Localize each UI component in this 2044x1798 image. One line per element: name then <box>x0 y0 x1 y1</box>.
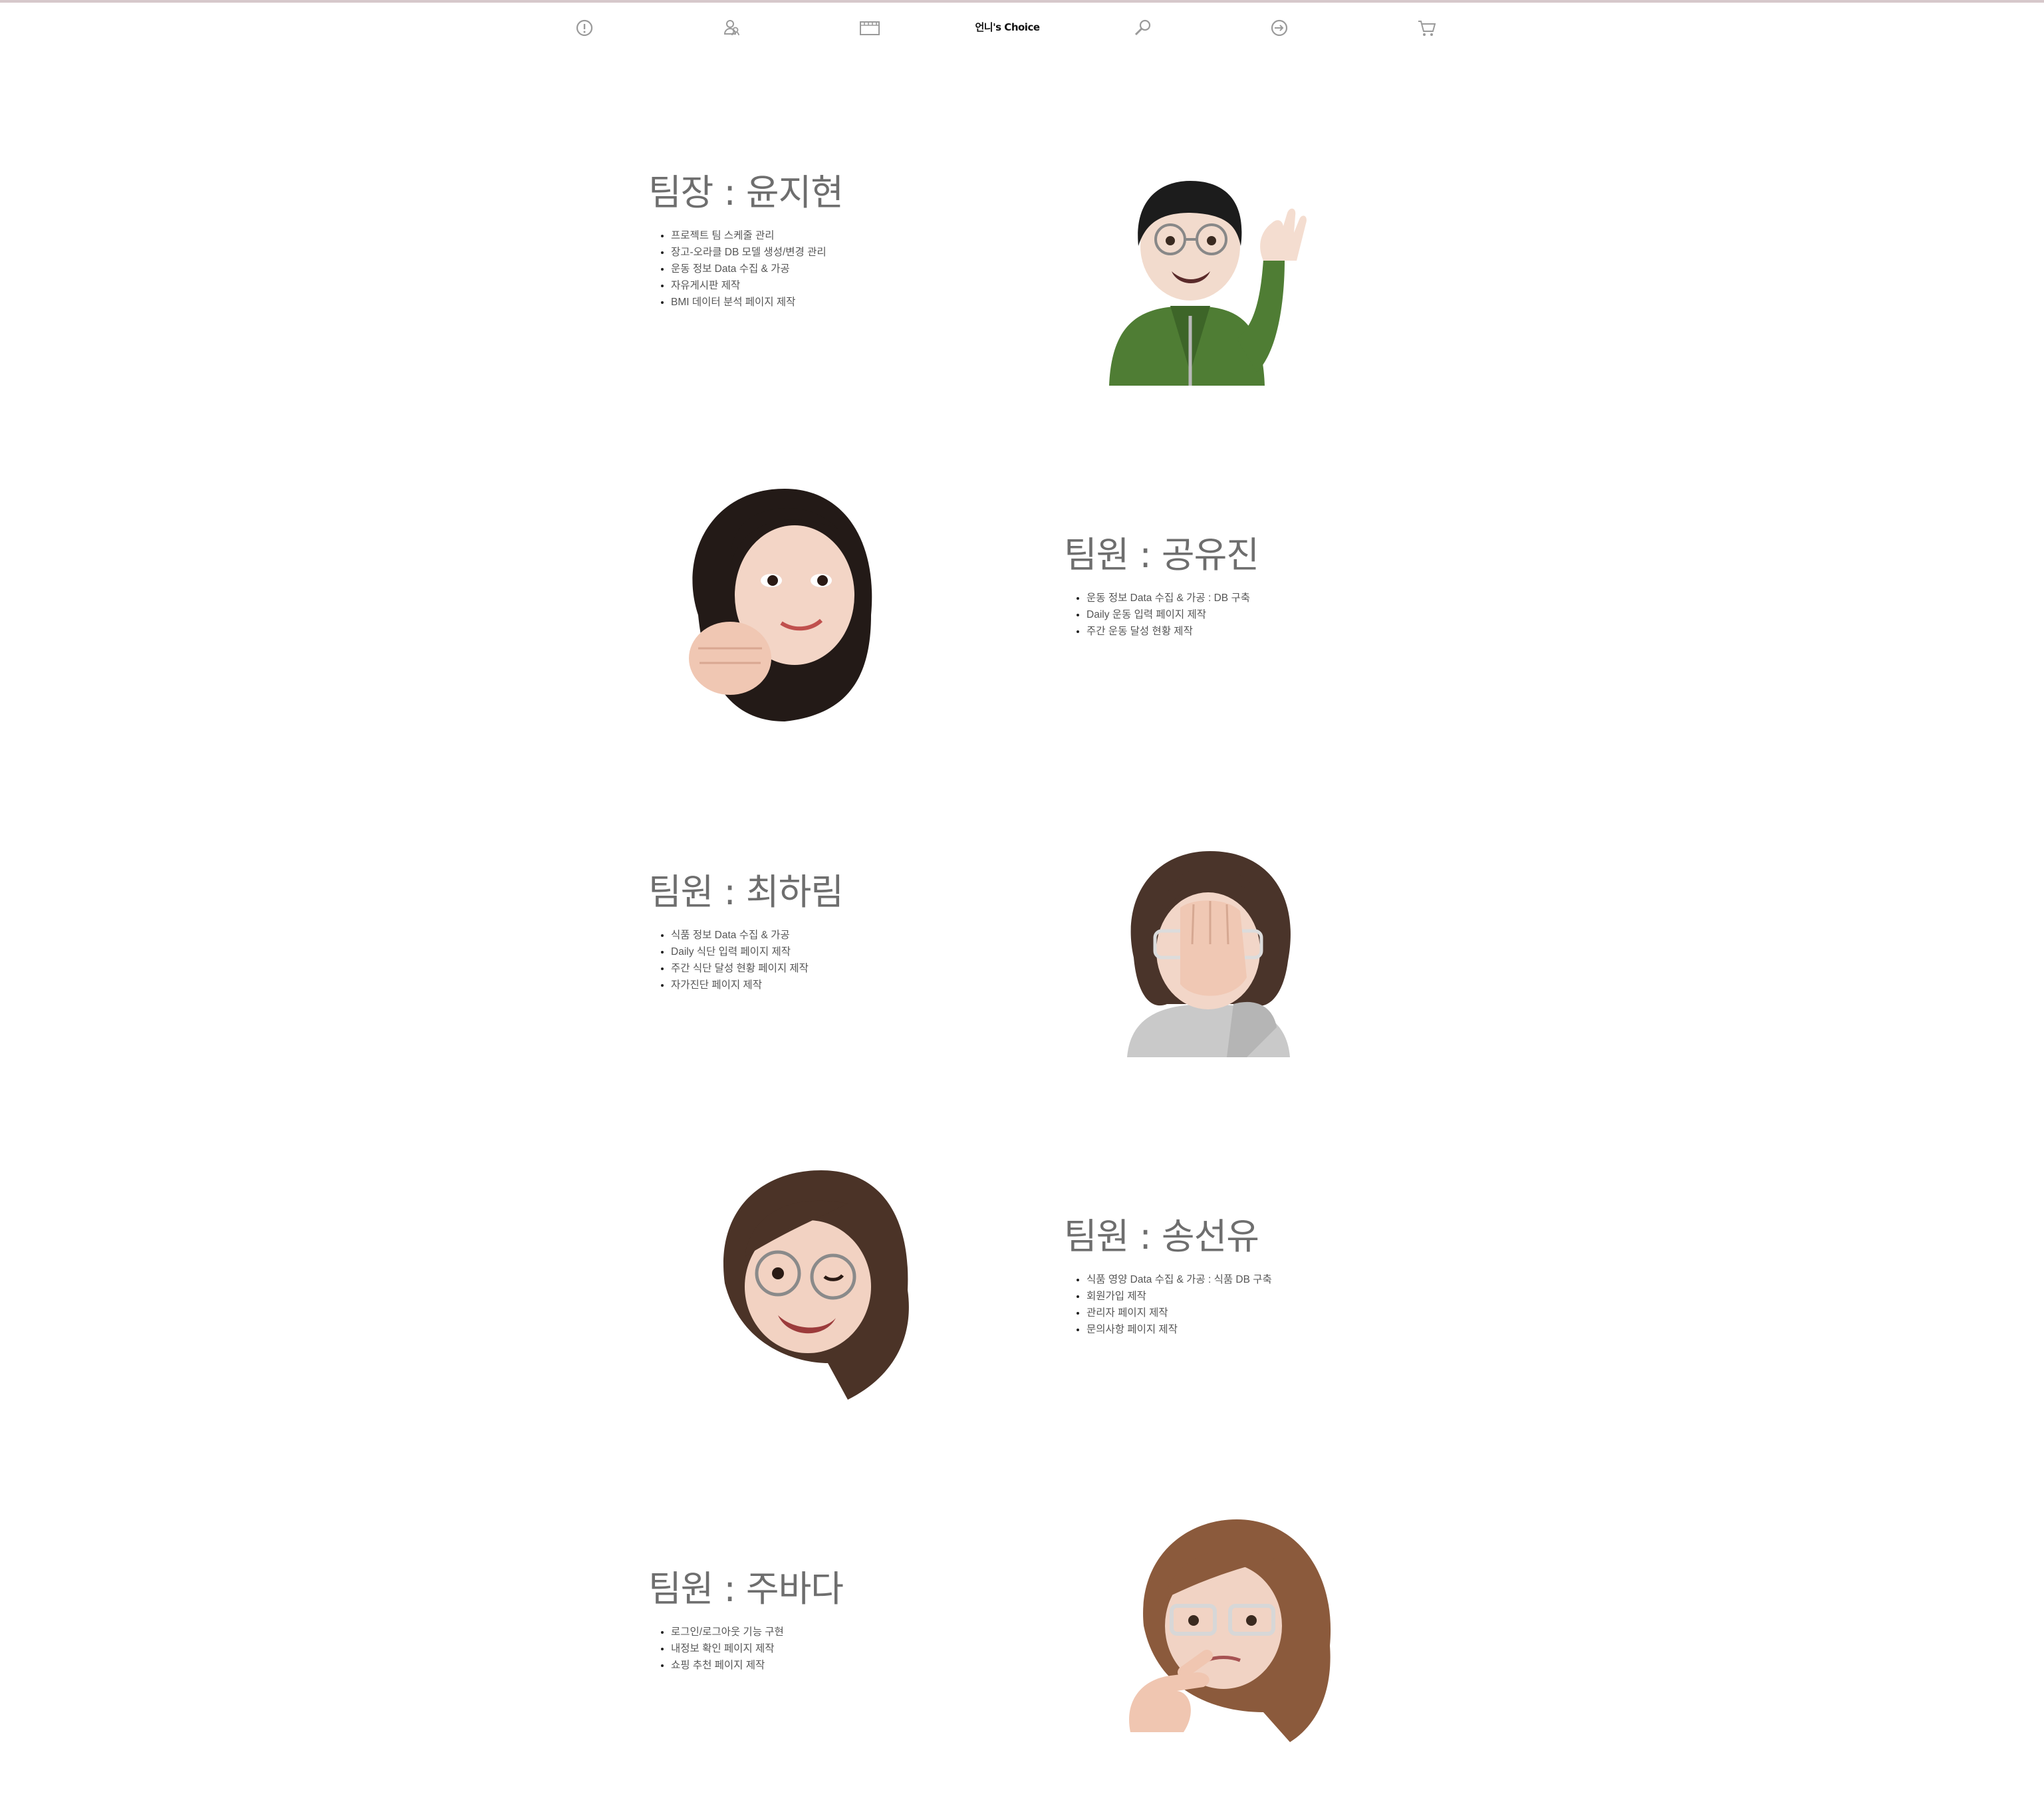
cart-icon <box>1418 21 1436 36</box>
memoji-avatar-facepalm <box>1114 844 1303 1057</box>
task-list: 프로젝트 팀 스케줄 관리 장고-오라클 DB 모델 생성/변경 관리 운동 정… <box>648 227 843 311</box>
task-item: 로그인/로그아웃 기능 구현 <box>671 1624 843 1640</box>
member-card-3: 팀원 : 최하림 식품 정보 Data 수집 & 가공 Daily 식단 입력 … <box>648 862 844 993</box>
task-item: Daily 식단 입력 페이지 제작 <box>671 944 843 960</box>
login-icon <box>1271 19 1288 37</box>
task-item: 운동 정보 Data 수집 & 가공 : DB 구축 <box>1086 590 1259 606</box>
nav-video-button[interactable] <box>855 13 884 43</box>
task-item: 자가진단 페이지 제작 <box>671 977 843 993</box>
info-icon <box>576 19 593 37</box>
brand-logo-link[interactable]: 언니's Choice <box>964 20 1051 34</box>
nav-info-button[interactable] <box>570 13 599 43</box>
search-icon <box>1134 19 1151 36</box>
task-item: 관리자 페이지 제작 <box>1086 1305 1272 1321</box>
task-item: 프로젝트 팀 스케줄 관리 <box>671 227 843 244</box>
memoji-avatar-thinking <box>1124 1513 1343 1745</box>
member-title: 팀원 : 공유진 <box>1064 534 1259 576</box>
nav-cart-button[interactable] <box>1412 13 1442 43</box>
member-title: 팀원 : 주바다 <box>648 1568 844 1610</box>
member-title: 팀장 : 윤지현 <box>648 172 844 213</box>
task-item: 식품 정보 Data 수집 & 가공 <box>671 927 843 944</box>
task-item: 주간 식단 달성 현황 페이지 제작 <box>671 960 843 977</box>
task-item: Daily 운동 입력 페이지 제작 <box>1086 606 1259 623</box>
member-title: 팀원 : 송선유 <box>1064 1216 1259 1257</box>
task-item: BMI 데이터 분석 페이지 제작 <box>671 294 843 311</box>
nav-login-button[interactable] <box>1265 13 1294 43</box>
task-item: 쇼핑 추천 페이지 제작 <box>671 1657 843 1674</box>
nav-search-button[interactable] <box>1128 13 1158 43</box>
task-item: 운동 정보 Data 수집 & 가공 <box>671 261 843 277</box>
film-icon <box>860 21 880 35</box>
memoji-avatar-fist <box>672 482 888 725</box>
task-item: 장고-오라클 DB 모델 생성/변경 관리 <box>671 244 843 261</box>
memoji-avatar-waving <box>1097 173 1310 386</box>
memoji-avatar-wink <box>715 1164 918 1403</box>
member-card-4: 팀원 : 송선유 식품 영양 Data 수집 & 가공 : 식품 DB 구축 회… <box>1064 1207 1272 1338</box>
task-item: 주간 운동 달성 현황 제작 <box>1086 623 1259 640</box>
nav-team-button[interactable] <box>717 13 747 43</box>
member-title: 팀원 : 최하림 <box>648 871 844 913</box>
task-list: 로그인/로그아웃 기능 구현 내정보 확인 페이지 제작 쇼핑 추천 페이지 제… <box>648 1624 843 1674</box>
people-icon <box>723 20 739 36</box>
task-item: 회원가입 제작 <box>1086 1288 1272 1305</box>
task-item: 문의사항 페이지 제작 <box>1086 1321 1272 1338</box>
member-card-5: 팀원 : 주바다 로그인/로그아웃 기능 구현 내정보 확인 페이지 제작 쇼핑… <box>648 1559 844 1674</box>
task-list: 식품 정보 Data 수집 & 가공 Daily 식단 입력 페이지 제작 주간… <box>648 927 843 993</box>
task-item: 식품 영양 Data 수집 & 가공 : 식품 DB 구축 <box>1086 1271 1272 1288</box>
member-card-2: 팀원 : 공유진 운동 정보 Data 수집 & 가공 : DB 구축 Dail… <box>1064 525 1259 640</box>
task-item: 내정보 확인 페이지 제작 <box>671 1640 843 1657</box>
task-list: 운동 정보 Data 수집 & 가공 : DB 구축 Daily 운동 입력 페… <box>1064 590 1259 640</box>
task-list: 식품 영양 Data 수집 & 가공 : 식품 DB 구축 회원가입 제작 관리… <box>1064 1271 1272 1338</box>
top-navbar: 언니's Choice <box>0 3 2044 51</box>
member-card-leader: 팀장 : 윤지현 프로젝트 팀 스케줄 관리 장고-오라클 DB 모델 생성/변… <box>648 163 844 311</box>
task-item: 자유게시판 제작 <box>671 277 843 294</box>
